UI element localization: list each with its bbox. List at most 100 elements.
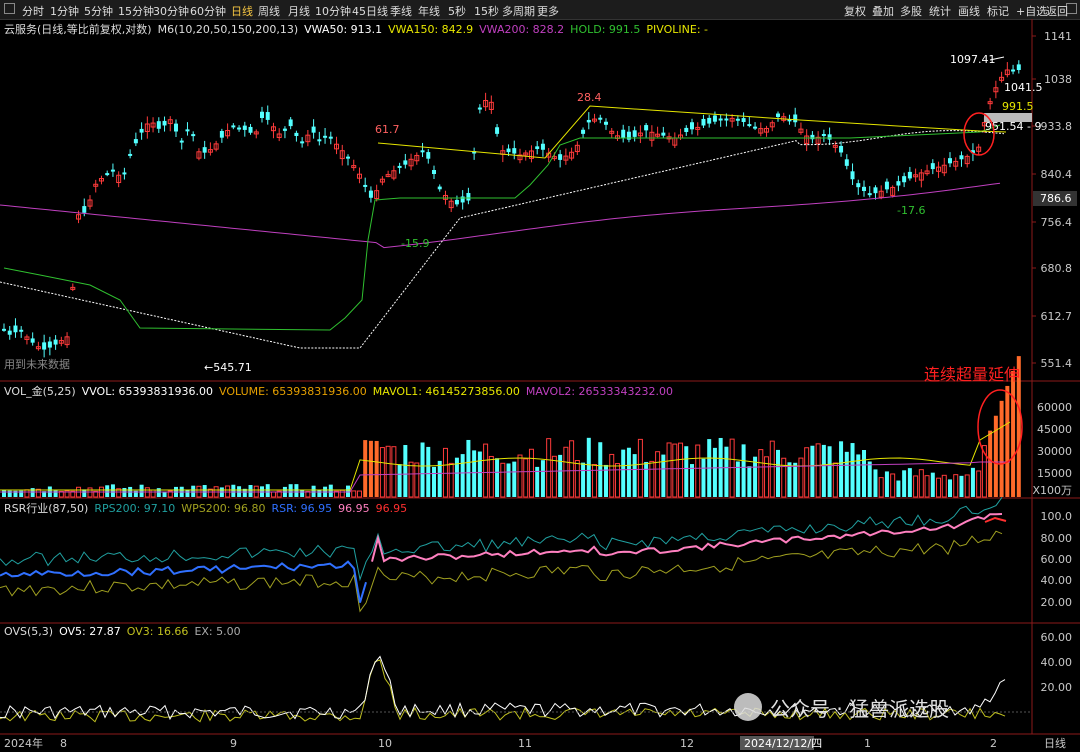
volume-bar-60 xyxy=(346,485,350,497)
xaxis-period: 日线 xyxy=(1044,736,1066,750)
volume-bar-102 xyxy=(586,437,591,497)
volume-bar-0 xyxy=(2,490,6,497)
candle-body-150 xyxy=(862,186,866,191)
candle-body-158 xyxy=(907,171,912,179)
candle-body-45 xyxy=(260,111,264,118)
volume-bar-155 xyxy=(890,473,896,498)
volume-bar-118 xyxy=(678,442,684,498)
volume-bar-59 xyxy=(339,489,345,498)
volume-bar-27 xyxy=(156,488,161,497)
volume-bar-145 xyxy=(832,462,838,498)
candle-body-125 xyxy=(718,118,723,121)
watermark-text: 公众号 · 猛兽派选股 xyxy=(770,697,949,721)
volume-bar-158 xyxy=(907,468,912,497)
volume-bar-109 xyxy=(626,447,631,497)
candle-body-64 xyxy=(368,190,373,198)
candle-body-83 xyxy=(477,107,482,110)
rsr-y-tick-2: 60.00 xyxy=(1041,553,1073,566)
ovs-y-tick-1: 40.00 xyxy=(1041,656,1073,669)
candle-body-49 xyxy=(282,128,287,131)
volume-bar-175 xyxy=(1005,385,1010,497)
volume-bar-99 xyxy=(569,440,575,498)
volume-bar-103 xyxy=(592,464,598,498)
rps200-line xyxy=(0,497,1003,582)
chart-canvas[interactable]: 1141 1038 933.8 840.4 756.4 680.8 612.7 551.4 78… xyxy=(0,0,1080,752)
volume-bar-101 xyxy=(581,462,586,497)
candle-body-147 xyxy=(844,159,849,166)
candle-body-35 xyxy=(202,147,207,153)
volume-bar-159 xyxy=(913,475,919,498)
volume-bar-64 xyxy=(368,440,373,497)
peak-high-label: 1097.41 xyxy=(950,53,996,66)
volume-bar-104 xyxy=(598,442,603,497)
wechat-icon xyxy=(734,693,762,721)
candle-body-55 xyxy=(317,139,322,142)
volume-bar-117 xyxy=(672,443,678,498)
xaxis-label-6: 2024/12/12/四 xyxy=(744,737,822,750)
vol-y-tick-1: 45000 xyxy=(1037,423,1072,436)
volume-bar-67 xyxy=(385,445,391,498)
volume-bar-32 xyxy=(185,490,190,497)
candle-body-19 xyxy=(110,169,115,172)
volume-bar-69 xyxy=(397,464,402,497)
volume-bar-132 xyxy=(758,449,764,498)
volume-bar-82 xyxy=(472,450,477,497)
xaxis-label-2: 9 xyxy=(230,737,237,750)
ma-purple-line xyxy=(0,182,1001,249)
candle-body-51 xyxy=(294,132,299,136)
volume-bar-73 xyxy=(420,442,425,497)
candle-body-80 xyxy=(460,196,465,203)
candle-body-102 xyxy=(586,119,591,123)
volume-bar-144 xyxy=(827,446,832,497)
volume-bar-167 xyxy=(959,475,964,497)
future-note: 用到未来数据 xyxy=(4,357,70,371)
volume-bar-88 xyxy=(506,463,511,497)
low-label: ←545.71 xyxy=(204,361,252,374)
volume-bar-61 xyxy=(351,490,357,498)
volume-bar-77 xyxy=(442,447,448,498)
candle-body-156 xyxy=(896,181,901,186)
xaxis-label-7: 1 xyxy=(864,737,871,750)
volume-bar-35 xyxy=(202,485,207,497)
volume-bar-128 xyxy=(735,461,740,497)
candle-body-79 xyxy=(454,199,459,205)
xaxis-label-1: 8 xyxy=(60,737,67,750)
volume-bar-142 xyxy=(815,443,821,498)
candle-body-69 xyxy=(397,165,402,168)
volume-bar-26 xyxy=(150,489,156,498)
volume-bar-24 xyxy=(139,484,144,497)
candle-body-88 xyxy=(506,148,511,153)
rsr-y-tick-0: 100.0 xyxy=(1041,510,1073,523)
candle-body-144 xyxy=(827,134,832,140)
candle-body-104 xyxy=(598,117,603,120)
volume-bar-133 xyxy=(764,456,770,498)
main-y-tick-7: 551.4 xyxy=(1041,357,1073,370)
candle-body-50 xyxy=(288,119,293,127)
volume-bar-151 xyxy=(867,461,872,497)
volume-bar-84 xyxy=(483,443,489,498)
candle-body-119 xyxy=(684,127,689,132)
candle-body-128 xyxy=(735,118,740,121)
volume-bar-78 xyxy=(448,462,454,498)
candle-body-57 xyxy=(328,136,333,139)
volume-bar-80 xyxy=(460,454,465,497)
volume-bar-162 xyxy=(930,472,935,497)
main-y-tick-3: 840.4 xyxy=(1041,168,1073,181)
volume-bar-87 xyxy=(500,462,506,498)
candle-body-97 xyxy=(558,154,563,160)
rsr-y-tick-3: 40.00 xyxy=(1041,574,1073,587)
candle-body-28 xyxy=(162,120,167,126)
candle-body-108 xyxy=(621,129,626,138)
candle-body-23 xyxy=(133,139,138,144)
candle-body-162 xyxy=(930,163,935,170)
volume-bar-160 xyxy=(918,469,924,498)
volume-bar-70 xyxy=(403,445,408,497)
volume-bar-72 xyxy=(414,462,420,498)
candle-body-7 xyxy=(42,342,47,350)
candle-body-24 xyxy=(139,128,144,133)
candle-body-146 xyxy=(839,145,844,153)
volume-bar-51 xyxy=(294,484,299,497)
main-y-tick-4: 756.4 xyxy=(1041,216,1073,229)
volume-bar-116 xyxy=(666,442,672,498)
pct-label-2: 28.4 xyxy=(577,91,602,104)
